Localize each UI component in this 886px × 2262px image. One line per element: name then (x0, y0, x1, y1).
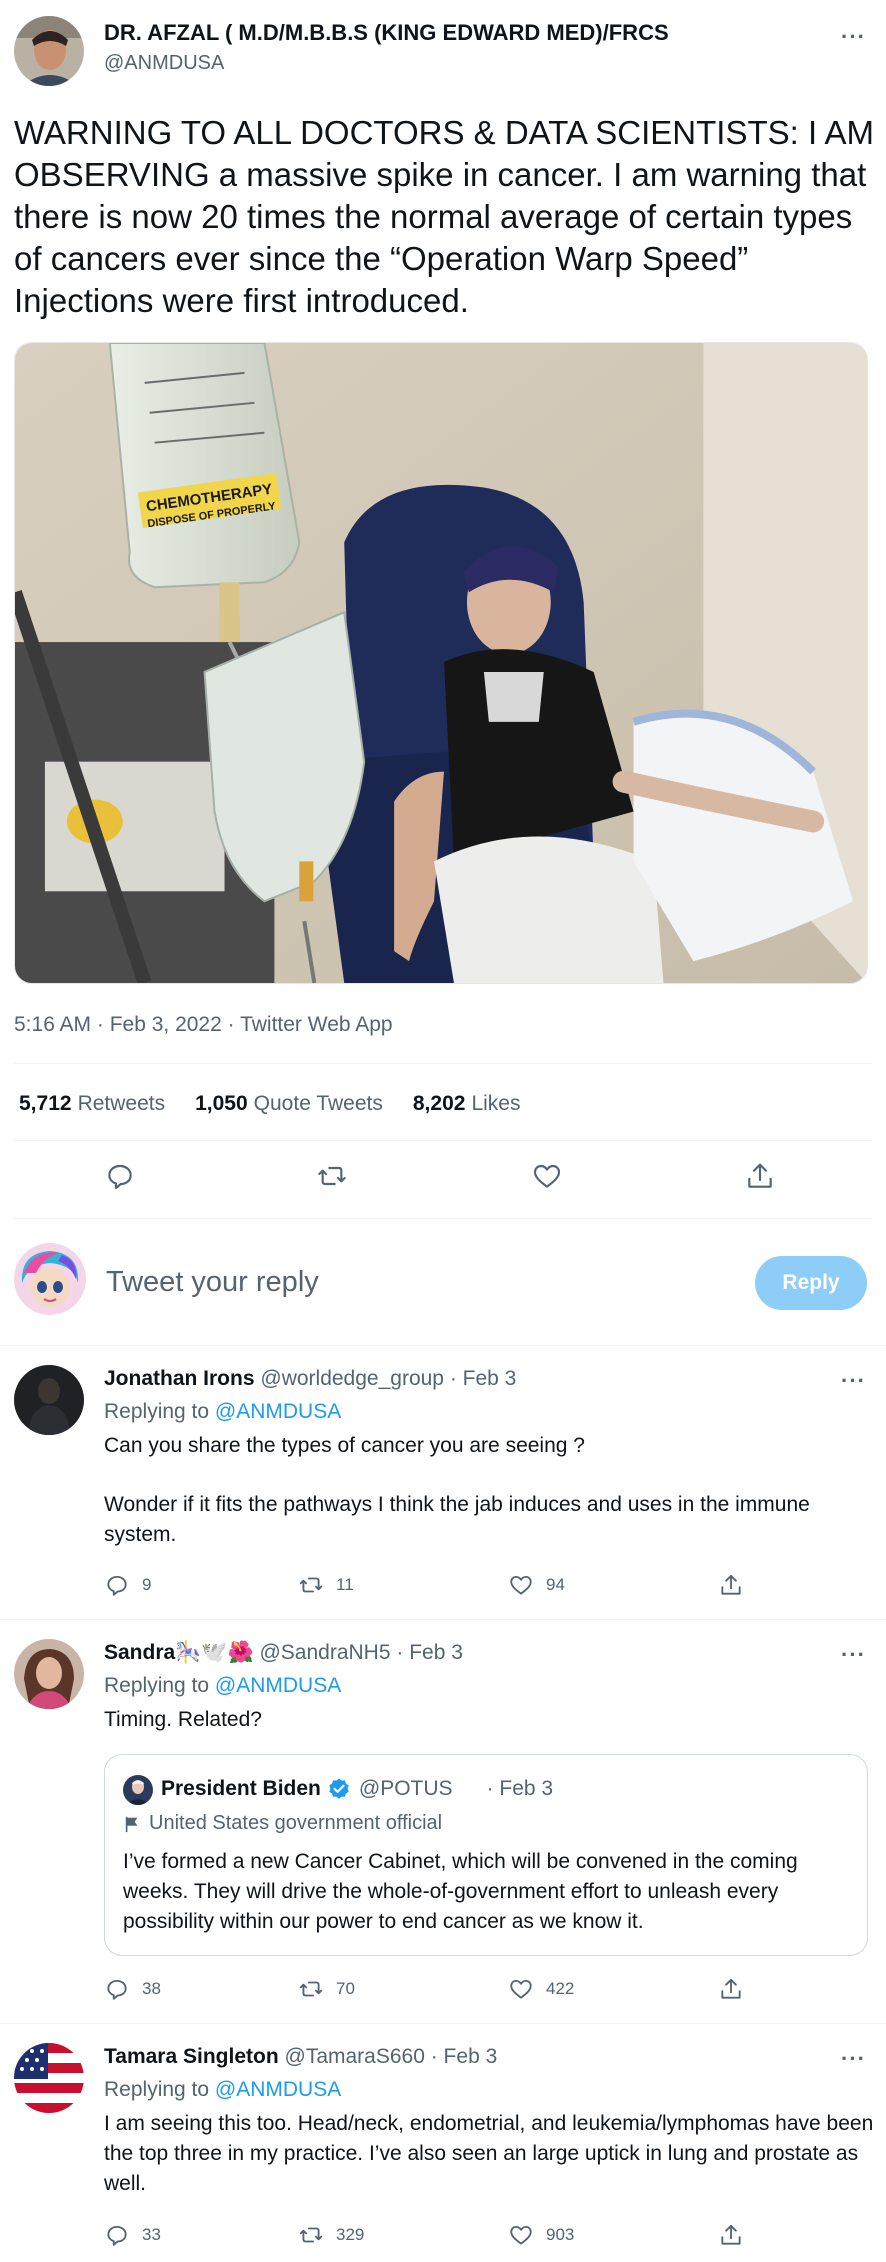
tweet-stats: 5,712 Retweets 1,050 Quote Tweets 8,202 Lik… (19, 1092, 520, 1116)
like-count-button[interactable]: 94 (508, 1572, 565, 1598)
quoted-date: · Feb 3 (486, 1777, 554, 1800)
reply-count-button[interactable]: 9 (104, 1572, 151, 1598)
divider (14, 1140, 872, 1141)
quoted-author-handle: @POTUS (358, 1777, 453, 1800)
retweet-count-button[interactable]: 11 (298, 1572, 354, 1598)
reply-avatar[interactable] (14, 1365, 84, 1435)
reply-icon (107, 1979, 127, 2000)
reply-header: Sandra🎠🕊️🌺 @SandraNH5 · Feb 3 (104, 1641, 463, 1665)
reply-icon (107, 2225, 127, 2246)
share-icon[interactable] (718, 2222, 744, 2248)
reply-date[interactable]: · Feb 3 (396, 1641, 463, 1664)
like-icon (510, 2225, 532, 2245)
reply-avatar[interactable] (14, 1639, 84, 1709)
reply-count-button[interactable]: 33 (104, 2222, 161, 2248)
author-name[interactable]: DR. AFZAL ( M.D/M.B.B.S (KING EDWARD MED… (104, 20, 669, 46)
tweet-action-bar (0, 1160, 886, 1204)
reply-input[interactable]: Tweet your reply (106, 1266, 319, 1299)
divider (0, 1619, 886, 1620)
reply-author-name[interactable]: Tamara Singleton (104, 2045, 279, 2068)
quote-tweets-stat[interactable]: 1,050 Quote Tweets (195, 1092, 383, 1116)
share-icon[interactable] (718, 1976, 744, 2002)
author-handle[interactable]: @ANMDUSA (104, 52, 224, 75)
like-icon[interactable] (531, 1160, 563, 1192)
more-options-icon[interactable]: ··· (841, 1370, 866, 1392)
reply-action-bar: 9 11 94 (104, 1572, 764, 1602)
replying-to: Replying to @ANMDUSA (104, 2078, 342, 2101)
reply-date[interactable]: · Feb 3 (450, 1367, 517, 1390)
divider (0, 1345, 886, 1346)
replying-to-mention[interactable]: @ANMDUSA (215, 1674, 341, 1697)
retweet-icon[interactable] (316, 1160, 348, 1192)
replying-to: Replying to @ANMDUSA (104, 1400, 342, 1423)
reply-text: I am seeing this too. Head/neck, endomet… (104, 2112, 874, 2195)
like-count-button[interactable]: 422 (508, 1976, 574, 2002)
government-label: United States government official (123, 1812, 442, 1835)
tweet-timestamp[interactable]: 5:16 AM · Feb 3, 2022 · Twitter Web App (14, 1013, 393, 1037)
divider (14, 1218, 872, 1219)
reply-icon[interactable] (104, 1160, 136, 1192)
reply-count-button[interactable]: 38 (104, 1976, 161, 2002)
like-count-button[interactable]: 903 (508, 2222, 574, 2248)
retweet-count-button[interactable]: 70 (298, 1976, 355, 2002)
reply-action-bar: 33 329 903 (104, 2222, 764, 2252)
retweet-icon (299, 1577, 323, 1593)
reply-text: Can you share the types of cancer you ar… (104, 1434, 585, 1457)
reply-header: Jonathan Irons @worldedge_group · Feb 3 (104, 1367, 516, 1391)
reply-icon (107, 1575, 127, 1596)
reply-author-handle[interactable]: @worldedge_group (260, 1367, 444, 1390)
more-options-icon[interactable]: ··· (841, 2048, 866, 2070)
verified-badge-icon (329, 1778, 349, 1799)
replying-to: Replying to @ANMDUSA (104, 1674, 342, 1697)
reply-date[interactable]: · Feb 3 (431, 2045, 498, 2068)
reply-button[interactable]: Reply (755, 1256, 867, 1310)
retweet-icon (299, 1981, 323, 1997)
reply-author-handle[interactable]: @SandraNH5 (259, 1641, 390, 1664)
quoted-text: I’ve formed a new Cancer Cabinet, which … (123, 1850, 798, 1933)
quoted-header: President Biden @POTUS · Feb 3 (161, 1777, 553, 1801)
like-icon (510, 1979, 532, 1999)
reply-text: Timing. Related? (104, 1708, 262, 1731)
author-avatar[interactable] (14, 16, 84, 86)
like-icon (510, 1575, 532, 1595)
retweets-stat[interactable]: 5,712 Retweets (19, 1092, 165, 1116)
replying-to-mention[interactable]: @ANMDUSA (215, 2078, 341, 2101)
retweet-icon (299, 2227, 323, 2243)
reply-action-bar: 38 70 422 (104, 1976, 764, 2006)
likes-stat[interactable]: 8,202 Likes (413, 1092, 521, 1116)
reply-text-paragraph: Wonder if it fits the pathways I think t… (104, 1493, 810, 1546)
share-icon[interactable] (744, 1160, 776, 1192)
reply-author-handle[interactable]: @TamaraS660 (285, 2045, 425, 2068)
tweet-media-image[interactable]: CHEMOTHERAPY DISPOSE OF PROPERLY (14, 342, 868, 984)
replying-to-mention[interactable]: @ANMDUSA (215, 1400, 341, 1423)
share-icon[interactable] (718, 1572, 744, 1598)
flag-icon (125, 1816, 138, 1832)
reply-author-name[interactable]: Jonathan Irons (104, 1367, 255, 1390)
current-user-avatar[interactable] (14, 1243, 86, 1315)
tweet-text: WARNING TO ALL DOCTORS & DATA SCIENTISTS… (14, 114, 874, 319)
more-options-icon[interactable]: ··· (841, 1644, 866, 1666)
divider (14, 1063, 872, 1064)
reply-avatar[interactable] (14, 2043, 84, 2113)
quoted-author-name: President Biden (161, 1777, 321, 1800)
more-options-icon[interactable]: ··· (841, 26, 866, 48)
reply-author-name[interactable]: Sandra🎠🕊️🌺 (104, 1641, 254, 1664)
quoted-author-avatar (123, 1775, 153, 1805)
quoted-tweet[interactable]: President Biden @POTUS · Feb 3 United St… (104, 1754, 868, 1956)
reply-header: Tamara Singleton @TamaraS660 · Feb 3 (104, 2045, 497, 2069)
divider (0, 2023, 886, 2024)
retweet-count-button[interactable]: 329 (298, 2222, 364, 2248)
